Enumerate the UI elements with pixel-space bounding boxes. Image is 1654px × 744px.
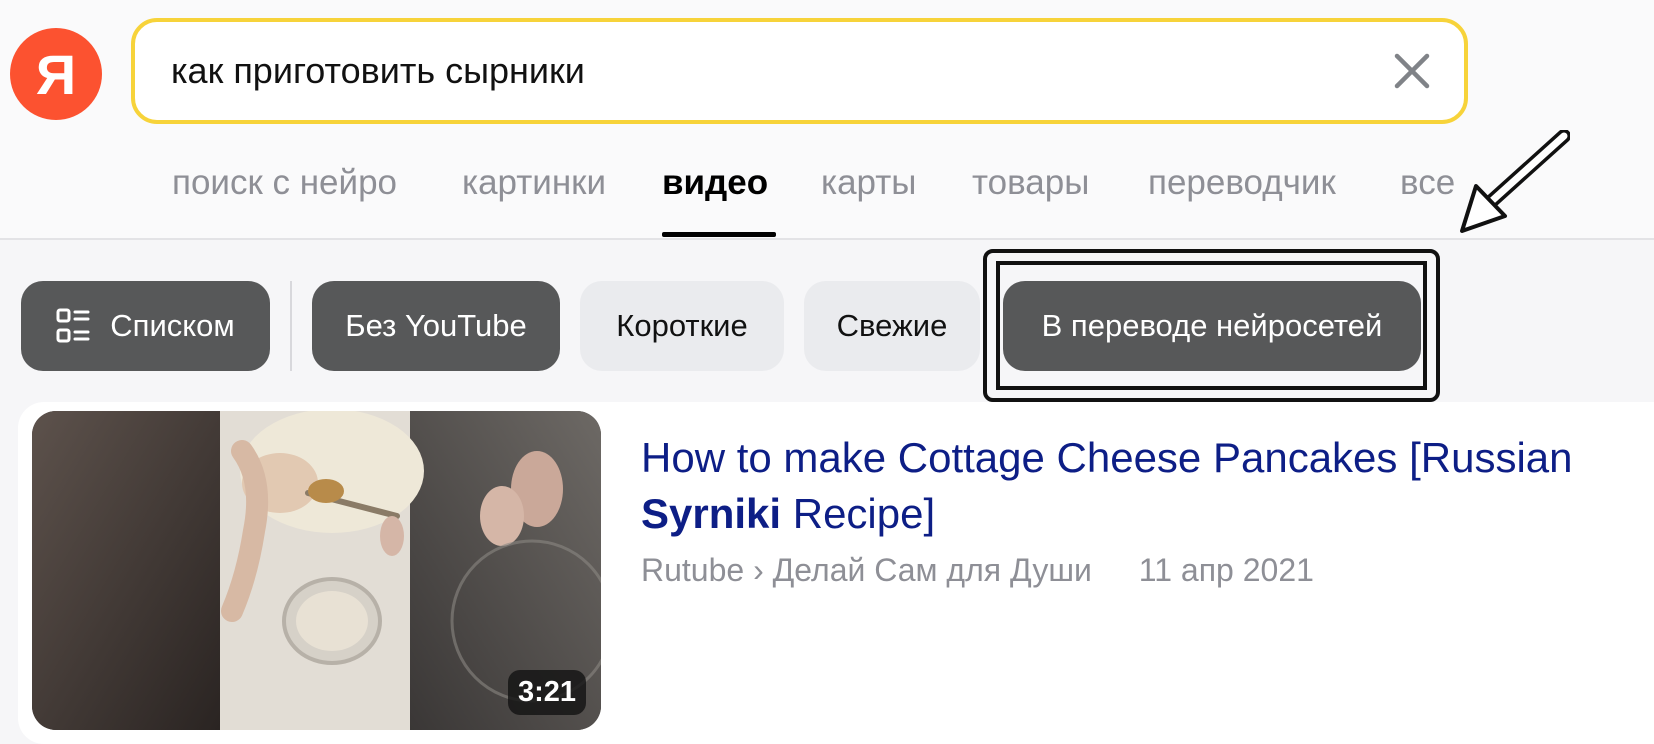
video-source[interactable]: Rutube xyxy=(641,552,744,588)
tab-products[interactable]: товары xyxy=(972,158,1089,208)
tab-neuro-search[interactable]: поиск с нейро xyxy=(172,158,397,208)
yandex-logo[interactable]: Я xyxy=(10,28,102,120)
list-view-icon xyxy=(56,308,90,343)
tab-images[interactable]: картинки xyxy=(462,158,606,208)
tab-translator[interactable]: переводчик xyxy=(1148,158,1336,208)
breadcrumb-separator: › xyxy=(753,552,764,588)
search-input[interactable]: как приготовить сырники xyxy=(171,22,585,120)
search-tabs: поиск с нейро картинки видео карты товар… xyxy=(0,158,1654,238)
tab-maps[interactable]: карты xyxy=(821,158,916,208)
annotation-arrow-icon xyxy=(1460,130,1570,233)
title-highlighted-term: Syrniki xyxy=(641,490,782,537)
video-title-link[interactable]: How to make Cottage Cheese Pancakes [Rus… xyxy=(641,430,1641,542)
chip-fresh[interactable]: Свежие xyxy=(804,281,980,371)
header-divider xyxy=(0,238,1654,240)
logo-letter: Я xyxy=(35,42,77,106)
tab-video[interactable]: видео xyxy=(662,158,768,208)
active-tab-indicator xyxy=(662,232,776,237)
video-meta: Rutube › Делай Сам для Души 11 апр 2021 xyxy=(641,552,1314,589)
video-duration-badge: 3:21 xyxy=(507,670,586,715)
search-box[interactable]: как приготовить сырники xyxy=(131,18,1468,124)
video-thumbnail[interactable]: 3:21 xyxy=(32,411,601,730)
video-channel[interactable]: Делай Сам для Души xyxy=(773,552,1092,588)
annotation-highlight-inner-frame xyxy=(996,261,1427,390)
list-view-button[interactable]: Списком xyxy=(21,281,270,371)
video-date: 11 апр 2021 xyxy=(1138,552,1314,588)
chip-no-youtube[interactable]: Без YouTube xyxy=(312,281,560,371)
chip-short[interactable]: Короткие xyxy=(580,281,784,371)
title-text-start: How to make Cottage Cheese Pancakes [Rus… xyxy=(641,434,1573,481)
list-view-label: Списком xyxy=(110,308,235,343)
close-icon[interactable] xyxy=(1394,53,1430,89)
title-text-end: Recipe] xyxy=(781,490,936,537)
tab-all[interactable]: все xyxy=(1400,158,1455,208)
chip-divider xyxy=(290,281,292,371)
